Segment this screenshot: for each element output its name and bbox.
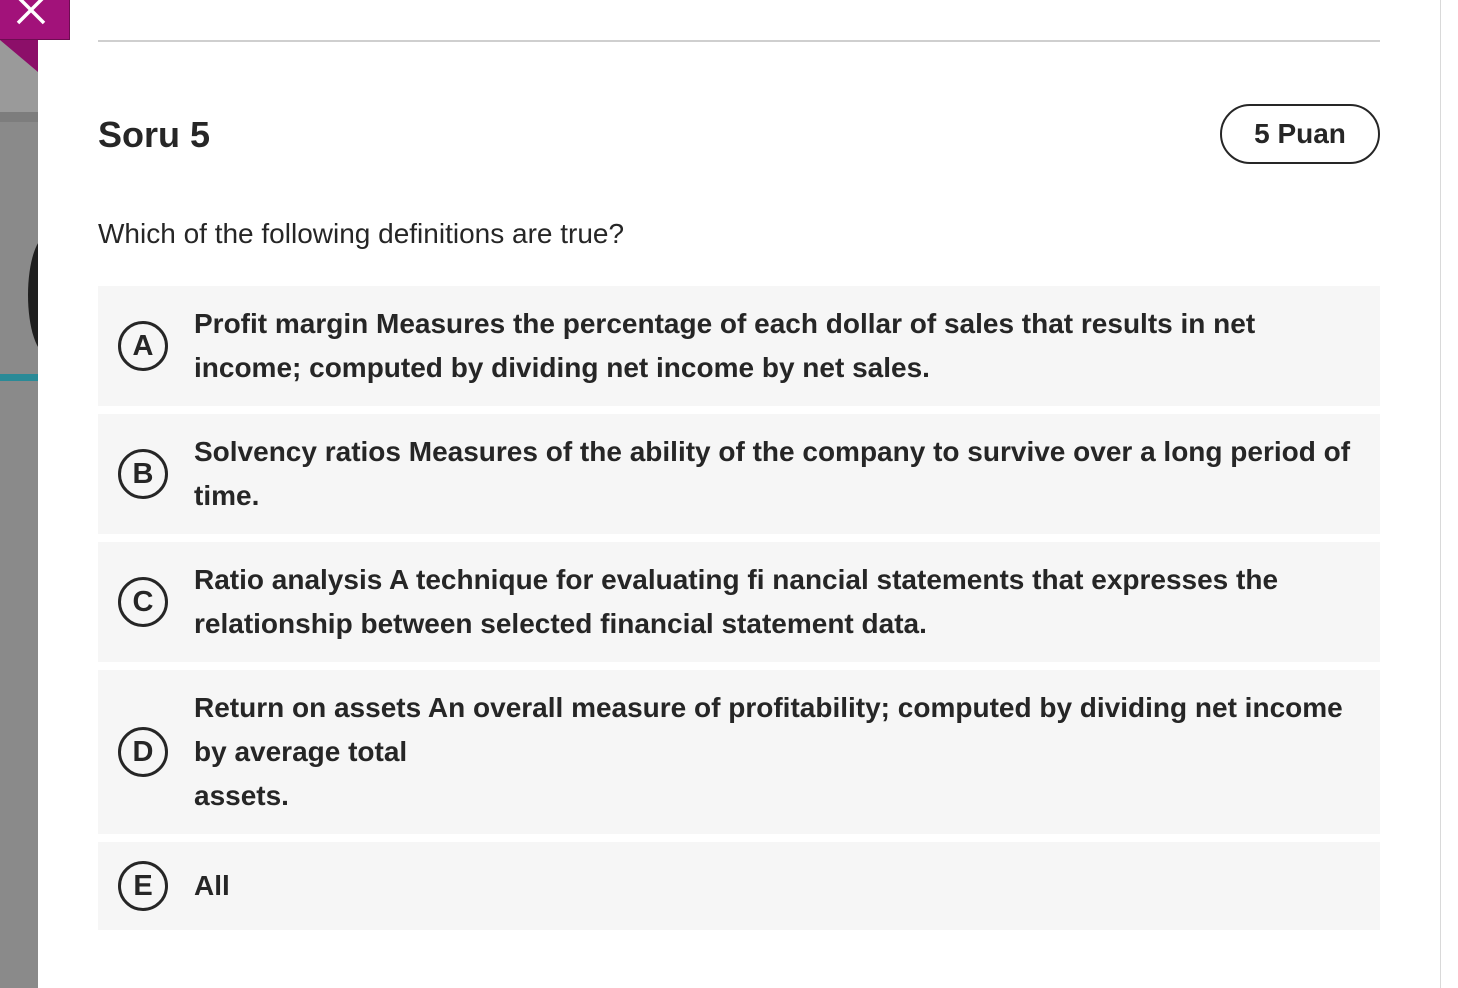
points-badge: 5 Puan: [1220, 104, 1380, 164]
close-tab-fold: [0, 40, 38, 72]
option-text-c: Ratio analysis A technique for evaluatin…: [194, 564, 1279, 639]
close-icon: [16, 0, 46, 25]
answer-option-d[interactable]: D Return on assets An overall measure of…: [98, 670, 1380, 834]
background-overlay: [0, 0, 38, 988]
answer-option-a[interactable]: A Profit margin Measures the percentage …: [98, 286, 1380, 406]
quiz-page: Soru 5 5 Puan Which of the following def…: [0, 0, 1458, 988]
question-text: Which of the following definitions are t…: [98, 218, 625, 249]
header-divider: [98, 40, 1380, 42]
question-title: Soru 5: [98, 114, 211, 155]
close-button[interactable]: [0, 0, 70, 40]
answer-options: A Profit margin Measures the percentage …: [98, 286, 1380, 938]
option-text-b: Solvency ratios Measures of the ability …: [194, 436, 1351, 511]
background-divider: [0, 112, 38, 122]
option-letter-b: B: [118, 449, 168, 499]
option-letter-d: D: [118, 727, 168, 777]
option-text-d: Return on assets An overall measure of p…: [194, 692, 1343, 811]
background-accent-bar: [0, 374, 38, 381]
answer-option-c[interactable]: C Ratio analysis A technique for evaluat…: [98, 542, 1380, 662]
option-letter-e: E: [118, 861, 168, 911]
option-text-a: Profit margin Measures the percentage of…: [194, 308, 1256, 383]
option-text-e: All: [194, 870, 230, 901]
option-letter-a: A: [118, 321, 168, 371]
option-letter-c: C: [118, 577, 168, 627]
answer-option-e[interactable]: E All: [98, 842, 1380, 930]
answer-option-b[interactable]: B Solvency ratios Measures of the abilit…: [98, 414, 1380, 534]
